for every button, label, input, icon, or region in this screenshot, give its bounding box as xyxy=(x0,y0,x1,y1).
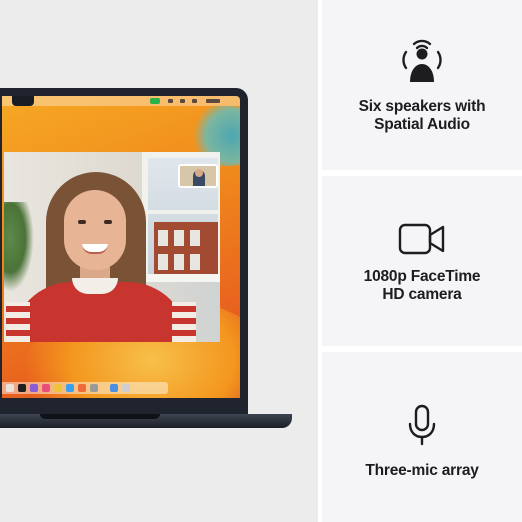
product-photo xyxy=(0,0,318,522)
microphone-icon xyxy=(408,404,436,446)
feature-card-camera: 1080p FaceTime HD camera xyxy=(322,176,522,346)
podcasts-icon[interactable] xyxy=(30,384,38,392)
facetime-window xyxy=(4,152,220,342)
music-icon[interactable] xyxy=(42,384,50,392)
notes-icon[interactable] xyxy=(54,384,62,392)
control-center-icon xyxy=(180,99,185,103)
speaker-person-icon xyxy=(402,39,442,82)
feature-label: Three-mic array xyxy=(365,462,479,480)
video-camera-icon xyxy=(398,223,445,255)
feature-label-line1: Three-mic array xyxy=(365,462,479,479)
feature-label: Six speakers with Spatial Audio xyxy=(359,98,486,134)
plant xyxy=(4,202,34,292)
feature-label-line2: Spatial Audio xyxy=(374,116,470,133)
menu-bar xyxy=(2,96,240,106)
downloads-folder-icon[interactable] xyxy=(110,384,118,392)
app-store-icon[interactable] xyxy=(66,384,74,392)
feature-card-speakers: Six speakers with Spatial Audio xyxy=(322,0,522,170)
system-settings-icon[interactable] xyxy=(90,384,98,392)
laptop-screen xyxy=(2,96,240,398)
person-face xyxy=(64,190,126,270)
trash-icon[interactable] xyxy=(122,384,130,392)
camera-indicator-icon xyxy=(150,98,160,104)
feature-label-line1: 1080p FaceTime xyxy=(363,268,481,285)
brick-building xyxy=(154,222,218,274)
pages-icon[interactable] xyxy=(78,384,86,392)
feature-list: Six speakers with Spatial Audio 1080p Fa… xyxy=(322,0,522,522)
feature-label-line1: Six speakers with xyxy=(358,98,486,115)
feature-card-microphones: Three-mic array xyxy=(322,352,522,522)
tv-app-icon[interactable] xyxy=(18,384,26,392)
camera-notch xyxy=(12,96,34,106)
clock-text xyxy=(206,99,220,103)
wifi-icon xyxy=(168,99,173,103)
finder-icon[interactable] xyxy=(6,384,14,392)
feature-label-line2: HD camera xyxy=(382,286,462,303)
picture-in-picture-tile[interactable] xyxy=(178,164,218,188)
battery-icon xyxy=(192,99,197,103)
feature-label: 1080p FaceTime HD camera xyxy=(364,268,481,304)
